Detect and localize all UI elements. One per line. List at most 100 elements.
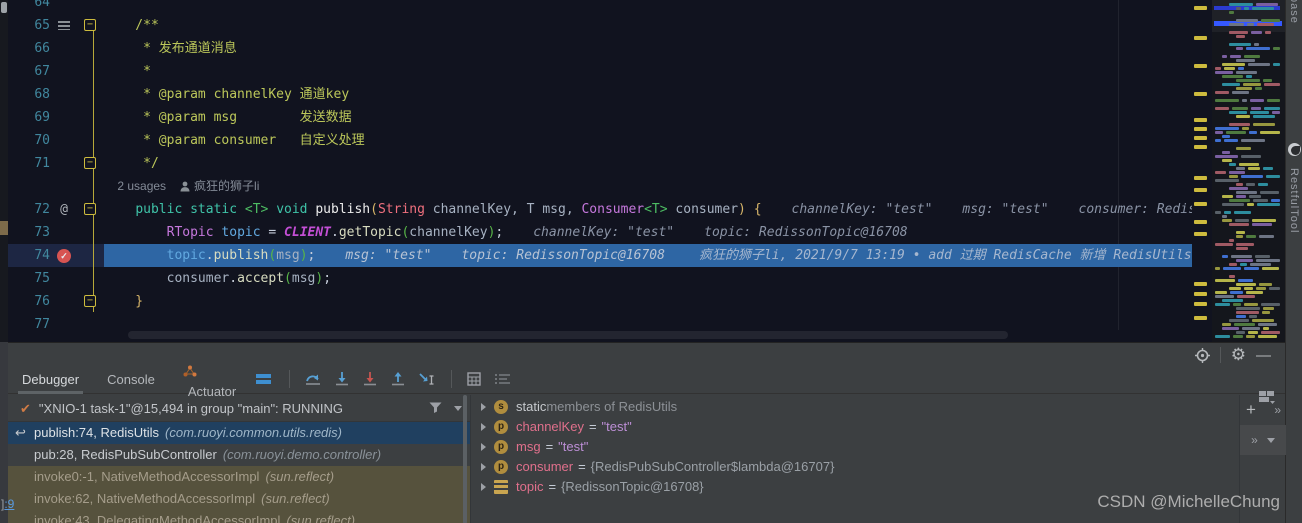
tool-stripe-icon[interactable]	[1, 2, 7, 13]
variable-row[interactable]: p consumer = {RedisPubSubController$lambda@…	[471, 457, 1239, 477]
editor-gutter: 70	[8, 129, 104, 152]
tab-console[interactable]: Console	[93, 365, 169, 394]
breakpoint-icon[interactable]: ✓	[57, 249, 71, 263]
code-text: */	[104, 152, 1212, 175]
attach-target-icon[interactable]	[1194, 347, 1210, 363]
line-number: 76	[34, 294, 50, 309]
fold-marker[interactable]: −	[84, 19, 96, 31]
code-token: */	[104, 156, 159, 171]
gutter-icon-cell	[50, 221, 78, 244]
minimap-token	[1222, 299, 1243, 302]
tab-actuator[interactable]: Actuator	[169, 365, 250, 399]
frame-package: (com.ruoyi.common.utils.redis)	[165, 425, 343, 440]
variable-row[interactable]: s static members of RedisUtils	[471, 397, 1239, 417]
structure-icon[interactable]	[58, 21, 70, 30]
minimap-token	[1236, 331, 1245, 334]
horizontal-scrollbar[interactable]	[128, 331, 1008, 339]
fold-marker[interactable]: −	[84, 157, 96, 169]
code-line[interactable]: 70 * @param consumer 自定义处理	[8, 129, 1212, 152]
run-to-cursor-icon[interactable]	[419, 372, 436, 386]
minimap-token	[1258, 323, 1277, 326]
code-line[interactable]: 74 ✓ topic.publish(msg); msg: "test" topic:…	[8, 244, 1212, 267]
stack-frame-row[interactable]: pub:28, RedisPubSubController (com.ruoyi.…	[8, 444, 470, 466]
code-minimap[interactable]	[1212, 0, 1285, 342]
variable-type-icon: s	[494, 400, 508, 414]
error-stripe[interactable]	[1192, 0, 1212, 342]
author-inlay[interactable]: 疯狂的狮子li	[194, 179, 259, 193]
variable-row[interactable]: p channelKey = "test"	[471, 417, 1239, 437]
code-line[interactable]: 64	[8, 0, 1212, 14]
fold-cell	[78, 175, 104, 198]
tab-restfultool[interactable]: RestfulTool	[1288, 168, 1300, 233]
fold-marker[interactable]: −	[84, 203, 96, 215]
minimap-token	[1222, 219, 1232, 222]
code-line[interactable]: 73 RTopic topic = CLIENT.getTopic(channe…	[8, 221, 1212, 244]
thread-dropdown-caret[interactable]	[454, 405, 462, 411]
step-out-icon[interactable]	[391, 372, 405, 386]
frame-package: (sun.reflect)	[286, 513, 356, 523]
tab-debugger[interactable]: Debugger	[8, 365, 93, 394]
code-token: .	[205, 248, 214, 263]
minimap-token	[1258, 183, 1268, 186]
code-line[interactable]: 69 * @param msg 发送数据	[8, 106, 1212, 129]
tab-database-partial[interactable]: base	[1288, 0, 1300, 24]
minimap-token	[1223, 267, 1241, 270]
stack-frame-row[interactable]: invoke:62, NativeMethodAccessorImpl (sun.…	[8, 488, 470, 510]
minimap-token	[1215, 243, 1233, 246]
minimap-token	[1230, 291, 1243, 294]
code-line[interactable]: 65 − /**	[8, 14, 1212, 37]
watch-dropdown-caret[interactable]	[1266, 437, 1275, 443]
line-number: 64	[34, 0, 50, 10]
editor-gutter: 67	[8, 60, 104, 83]
settings-gear-icon[interactable]: ⚙	[1231, 345, 1246, 365]
step-over-icon[interactable]	[305, 372, 321, 386]
gutter-icon-cell: ✓	[50, 244, 78, 267]
actuator-icon	[183, 365, 236, 377]
corner-link[interactable]: ]:9	[1, 497, 14, 511]
evaluate-expression-icon[interactable]	[467, 372, 481, 386]
code-line[interactable]: 68 * @param channelKey 通道key	[8, 83, 1212, 106]
code-line[interactable]: 75 consumer.accept(msg);	[8, 267, 1212, 290]
code-editor[interactable]: 64 65− /** 66 * 发布通道消息 67 * 68 * @param chan…	[8, 0, 1212, 342]
step-into-icon[interactable]	[335, 372, 349, 386]
minimap-token	[1238, 279, 1253, 282]
expand-watches-icon[interactable]: »	[1251, 433, 1258, 447]
minimap-token	[1215, 71, 1233, 74]
minimap-token	[1222, 135, 1230, 138]
variable-type-icon: p	[494, 460, 508, 474]
minimap-token	[1244, 303, 1258, 306]
code-line[interactable]: 67 *	[8, 60, 1212, 83]
corner-link-text[interactable]: :9	[4, 497, 14, 511]
expand-chevron-icon[interactable]	[481, 423, 486, 431]
hide-window-icon[interactable]: —	[1256, 347, 1271, 364]
filter-frames-icon[interactable]	[429, 402, 442, 414]
more-actions-icon[interactable]: »	[1274, 403, 1281, 417]
stack-frame-row[interactable]: invoke0:-1, NativeMethodAccessorImpl (sun…	[8, 466, 470, 488]
usages-inlay[interactable]: 2 usages	[104, 179, 166, 193]
force-step-into-icon[interactable]	[363, 372, 377, 386]
add-watch-button[interactable]: +	[1246, 400, 1256, 420]
expand-chevron-icon[interactable]	[481, 483, 486, 491]
fold-marker[interactable]: −	[84, 295, 96, 307]
code-line[interactable]: 72 @ − public static <T> void publish(Stri…	[8, 198, 1212, 221]
code-line[interactable]: 71 − */	[8, 152, 1212, 175]
gutter-icon-cell	[50, 152, 78, 175]
thread-selector[interactable]: ✔ "XNIO-1 task-1"@15,494 in group "main"…	[8, 395, 470, 422]
code-line[interactable]: 66 * 发布通道消息	[8, 37, 1212, 60]
view-options-icon[interactable]	[256, 374, 272, 384]
stack-frame-row[interactable]: invoke:43, DelegatingMethodAccessorImpl (…	[8, 510, 470, 523]
frames-scrollbar[interactable]	[463, 395, 467, 523]
expand-chevron-icon[interactable]	[481, 443, 486, 451]
variable-row[interactable]: p msg = "test"	[471, 437, 1239, 457]
layout-settings-icon[interactable]	[495, 373, 511, 385]
minimap-token	[1250, 99, 1264, 102]
expand-chevron-icon[interactable]	[481, 403, 486, 411]
stack-frame-row[interactable]: ↩ publish:74, RedisUtils (com.ruoyi.common…	[8, 422, 470, 444]
code-line[interactable]: 2 usages 疯狂的狮子li	[8, 175, 1212, 198]
minimap-token	[1229, 319, 1249, 322]
minimap-token	[1229, 171, 1245, 174]
code-line[interactable]: 76 − }	[8, 290, 1212, 313]
expand-chevron-icon[interactable]	[481, 463, 486, 471]
minimap-token	[1236, 243, 1254, 246]
